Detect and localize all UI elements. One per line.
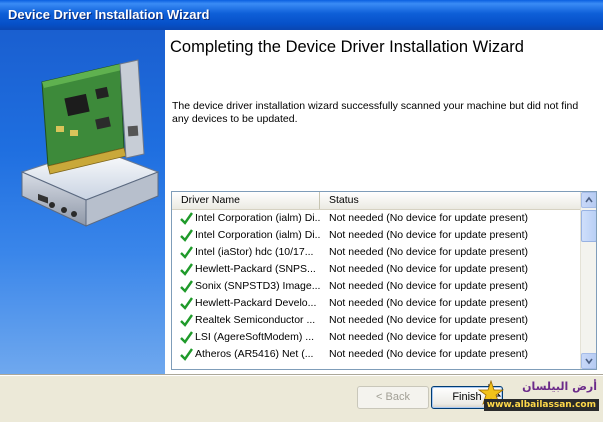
driver-name: Realtek Semiconductor ... [195,314,316,326]
site-watermark: أرض البيلسان www.albailassan.com [474,380,601,414]
driver-name: Intel Corporation (ialm) Di... [195,212,321,224]
table-row[interactable]: LSI (AgereSoftModem) ... Not needed (No … [172,329,580,346]
checkmark-icon [180,246,193,259]
driver-name: Atheros (AR5416) Net (... [195,348,314,360]
network-card-icon [20,59,160,227]
window-title: Device Driver Installation Wizard [8,7,210,22]
wizard-content: Completing the Device Driver Installatio… [165,30,603,374]
driver-name: Hewlett-Packard (SNPS... [195,263,316,275]
table-row[interactable]: Intel Corporation (ialm) Di... Not neede… [172,227,580,244]
list-rows: Intel Corporation (ialm) Di... Not neede… [172,210,580,363]
driver-status: Not needed (No device for update present… [329,263,529,275]
driver-name: LSI (AgereSoftModem) ... [195,331,315,343]
wizard-window: Device Driver Installation Wizard Comple… [0,0,603,422]
scroll-down-button[interactable] [581,353,596,369]
driver-status: Not needed (No device for update present… [329,246,529,258]
table-row[interactable]: Intel (iaStor) hdc (10/17... Not needed … [172,244,580,261]
chevron-down-icon [585,358,593,365]
driver-status: Not needed (No device for update present… [329,212,529,224]
checkmark-icon [180,331,193,344]
list-header: Driver Name Status [172,192,580,210]
checkmark-icon [180,314,193,327]
driver-list[interactable]: Driver Name Status Intel Corporation (ia… [171,191,597,370]
watermark-arabic-text: أرض البيلسان [522,380,597,393]
wizard-side-panel [0,30,165,374]
back-button[interactable]: < Back [357,386,429,409]
checkmark-icon [180,348,193,361]
footer-divider [0,374,603,376]
driver-name: Sonix (SNPSTD3) Image... [195,280,321,292]
table-row[interactable]: Sonix (SNPSTD3) Image... Not needed (No … [172,278,580,295]
watermark-url: www.albailassan.com [483,399,599,411]
column-header-driver-name[interactable]: Driver Name [172,192,320,209]
table-row[interactable]: Hewlett-Packard Develo... Not needed (No… [172,295,580,312]
scroll-thumb[interactable] [581,210,596,242]
page-description: The device driver installation wizard su… [172,100,579,125]
checkmark-icon [180,263,193,276]
driver-status: Not needed (No device for update present… [329,280,529,292]
table-row[interactable]: Hewlett-Packard (SNPS... Not needed (No … [172,261,580,278]
title-bar[interactable]: Device Driver Installation Wizard [0,0,603,30]
driver-status: Not needed (No device for update present… [329,297,529,309]
driver-name: Intel (iaStor) hdc (10/17... [195,246,314,258]
checkmark-icon [180,280,193,293]
driver-status: Not needed (No device for update present… [329,348,529,360]
driver-name: Intel Corporation (ialm) Di... [195,229,321,241]
scroll-up-button[interactable] [581,192,596,208]
table-row[interactable]: Intel Corporation (ialm) Di... Not neede… [172,210,580,227]
driver-status: Not needed (No device for update present… [329,229,529,241]
table-row[interactable]: Atheros (AR5416) Net (... Not needed (No… [172,346,580,363]
column-header-status[interactable]: Status [320,192,580,209]
checkmark-icon [180,297,193,310]
driver-name: Hewlett-Packard Develo... [195,297,317,309]
driver-status: Not needed (No device for update present… [329,331,529,343]
driver-status: Not needed (No device for update present… [329,314,529,326]
page-title: Completing the Device Driver Installatio… [170,38,524,56]
checkmark-icon [180,229,193,242]
checkmark-icon [180,212,193,225]
table-row[interactable]: Realtek Semiconductor ... Not needed (No… [172,312,580,329]
chevron-up-icon [585,196,593,203]
vertical-scrollbar[interactable] [580,192,596,369]
